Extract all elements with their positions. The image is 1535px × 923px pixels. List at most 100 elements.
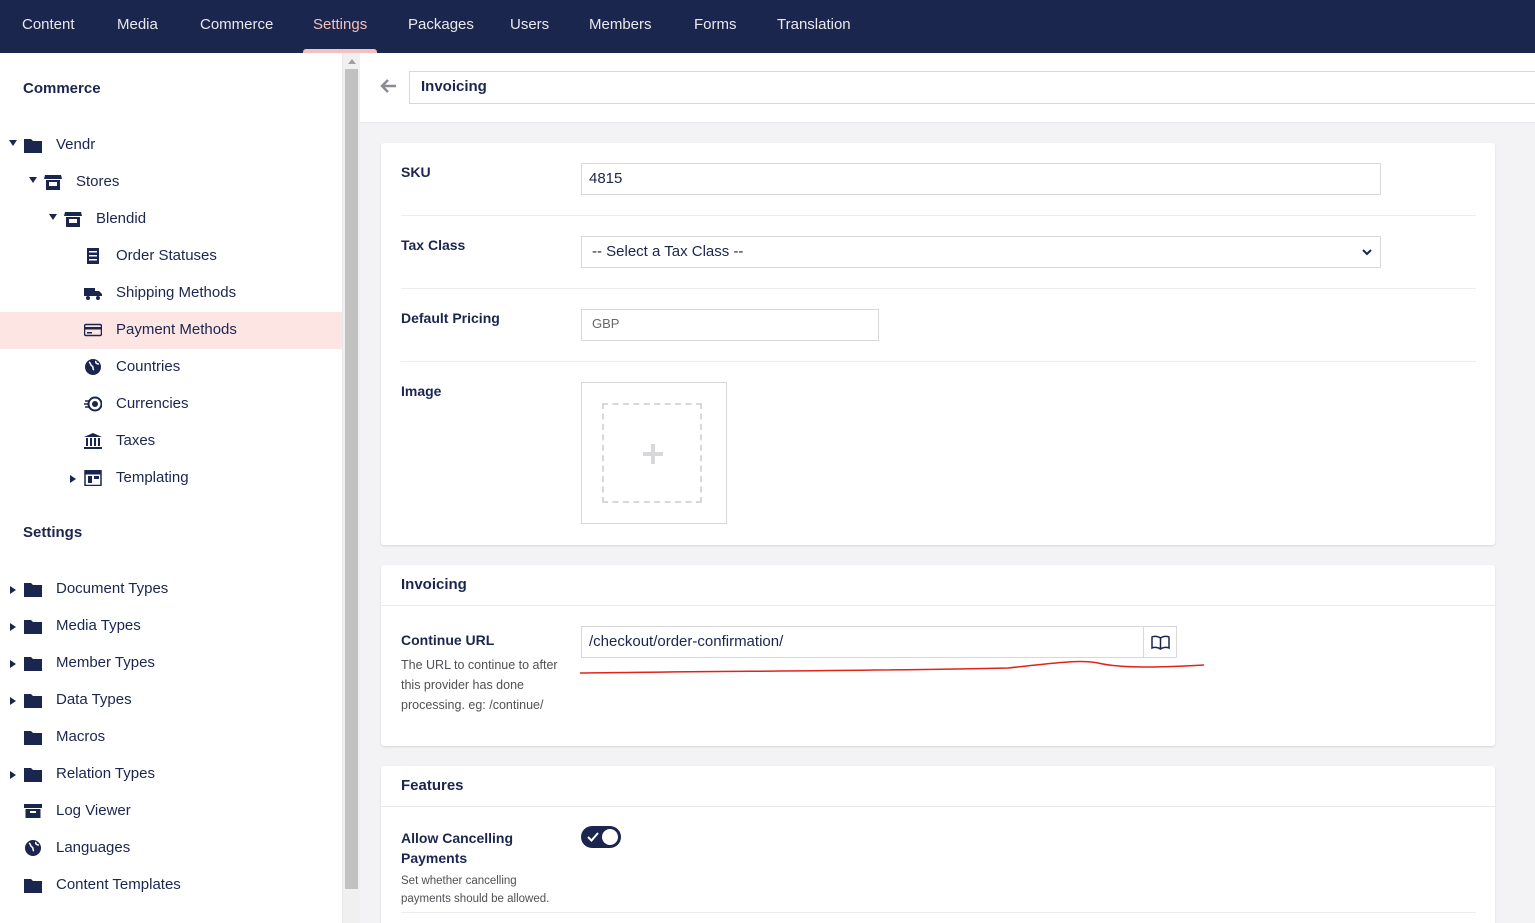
folder-icon: [24, 583, 42, 597]
tax-class-label: Tax Class: [401, 237, 466, 253]
features-panel-title: Features: [401, 777, 464, 794]
tree-item-templating[interactable]: Templating: [0, 460, 342, 497]
tree-item-label: Languages: [56, 839, 131, 856]
store-icon: [64, 212, 82, 227]
tab-packages[interactable]: Packages: [408, 0, 474, 53]
caret-right-icon[interactable]: [70, 475, 76, 483]
caret-right-icon[interactable]: [10, 660, 16, 668]
sku-input[interactable]: 4815: [581, 163, 1381, 195]
tree-item-languages[interactable]: Languages: [0, 830, 342, 867]
tab-translation[interactable]: Translation: [777, 0, 851, 53]
scrollbar-thumb[interactable]: [345, 69, 358, 889]
tab-members[interactable]: Members: [589, 0, 652, 53]
book-icon: [1151, 635, 1170, 650]
tree-item-label: Blendid: [96, 210, 147, 227]
folder-icon: [24, 620, 42, 634]
folder-icon: [24, 139, 42, 153]
tree-item-order-statuses[interactable]: Order Statuses: [0, 238, 342, 275]
tree-item-vendr[interactable]: Vendr: [0, 127, 342, 164]
row-divider: [401, 288, 1476, 289]
name-input[interactable]: Invoicing: [409, 71, 1535, 104]
red-annotation-underline: [579, 660, 1205, 674]
allow-cancelling-description: Set whether cancelling payments should b…: [401, 875, 550, 905]
credit-card-icon: [84, 323, 102, 337]
default-pricing-label: Default Pricing: [401, 310, 500, 326]
tree-item-label: Data Types: [56, 691, 132, 708]
allow-cancelling-toggle[interactable]: [581, 826, 621, 848]
layout-icon: [84, 470, 102, 486]
tab-media[interactable]: Media: [117, 0, 158, 53]
tab-content[interactable]: Content: [22, 0, 75, 53]
section-title-settings: Settings: [23, 524, 83, 541]
tree-item-document-types[interactable]: Document Types: [0, 571, 342, 608]
tab-commerce[interactable]: Commerce: [200, 0, 273, 53]
continue-url-input[interactable]: /checkout/order-confirmation/: [581, 626, 1144, 658]
caret-down-icon[interactable]: [49, 214, 57, 220]
tree-item-currencies[interactable]: Currencies: [0, 386, 342, 423]
tree-item-label: Media Types: [56, 617, 141, 634]
tree-item-label: Vendr: [56, 136, 96, 153]
caret-right-icon[interactable]: [10, 697, 16, 705]
tree-item-label: Shipping Methods: [116, 284, 237, 301]
tree-item-label: Document Types: [56, 580, 169, 597]
tab-forms[interactable]: Forms: [694, 0, 737, 53]
row-divider: [401, 215, 1476, 216]
panel-divider: [381, 605, 1495, 606]
plus-icon: [643, 444, 663, 464]
bank-icon: [84, 433, 102, 449]
invoicing-panel-title: Invoicing: [401, 576, 467, 593]
tree-item-macros[interactable]: Macros: [0, 719, 342, 756]
tree-item-log-viewer[interactable]: Log Viewer: [0, 793, 342, 830]
tree-item-shipping-methods[interactable]: Shipping Methods: [0, 275, 342, 312]
scroll-up-arrow-icon[interactable]: [348, 59, 356, 64]
receipt-icon: [87, 248, 99, 264]
caret-right-icon[interactable]: [10, 623, 16, 631]
folder-icon: [24, 657, 42, 671]
image-picker[interactable]: [581, 382, 727, 524]
tree-item-label: Content Templates: [56, 876, 181, 893]
image-drop-zone[interactable]: [602, 403, 702, 503]
tab-settings[interactable]: Settings: [302, 0, 378, 53]
tree-item-stores[interactable]: Stores: [0, 164, 342, 201]
top-navigation: Content Media Commerce Settings Packages…: [0, 0, 1535, 53]
tree-item-label: Order Statuses: [116, 247, 217, 264]
tree-item-taxes[interactable]: Taxes: [0, 423, 342, 460]
sidebar: Commerce Vendr Stores Blendid Order Stat…: [0, 53, 343, 923]
tree-item-label: Relation Types: [56, 765, 155, 782]
content-picker-button[interactable]: [1143, 626, 1177, 658]
coins-icon: [84, 396, 102, 412]
caret-right-icon[interactable]: [10, 586, 16, 594]
folder-icon: [24, 731, 42, 745]
continue-url-description: The URL to continue to after this provid…: [401, 658, 558, 712]
sidebar-scrollbar[interactable]: [343, 53, 360, 923]
caret-right-icon[interactable]: [10, 771, 16, 779]
tree-item-label: Log Viewer: [56, 802, 131, 819]
tree-item-label: Member Types: [56, 654, 155, 671]
folder-icon: [24, 694, 42, 708]
tree-item-relation-types[interactable]: Relation Types: [0, 756, 342, 793]
toggle-knob: [602, 829, 618, 845]
tree-item-blendid[interactable]: Blendid: [0, 201, 342, 238]
folder-icon: [24, 879, 42, 893]
caret-down-icon[interactable]: [29, 177, 37, 183]
section-title-commerce: Commerce: [23, 80, 101, 97]
tree-item-countries[interactable]: Countries: [0, 349, 342, 386]
default-pricing-input[interactable]: GBP: [581, 309, 879, 341]
tree-item-payment-methods[interactable]: Payment Methods: [0, 312, 342, 349]
panel-divider: [381, 806, 1495, 807]
store-icon: [44, 175, 62, 190]
caret-down-icon[interactable]: [9, 140, 17, 146]
back-arrow-icon[interactable]: [380, 77, 398, 95]
tax-class-select[interactable]: -- Select a Tax Class --: [581, 236, 1381, 268]
tree-item-media-types[interactable]: Media Types: [0, 608, 342, 645]
tree-item-label: Macros: [56, 728, 106, 745]
tree-item-data-types[interactable]: Data Types: [0, 682, 342, 719]
tree-item-label: Templating: [116, 469, 189, 486]
folder-icon: [24, 768, 42, 782]
chevron-down-icon: [1362, 249, 1372, 256]
tree-item-label: Stores: [76, 173, 120, 190]
tree-item-member-types[interactable]: Member Types: [0, 645, 342, 682]
general-panel: [381, 143, 1495, 545]
tree-item-content-templates[interactable]: Content Templates: [0, 867, 342, 904]
tab-users[interactable]: Users: [510, 0, 549, 53]
